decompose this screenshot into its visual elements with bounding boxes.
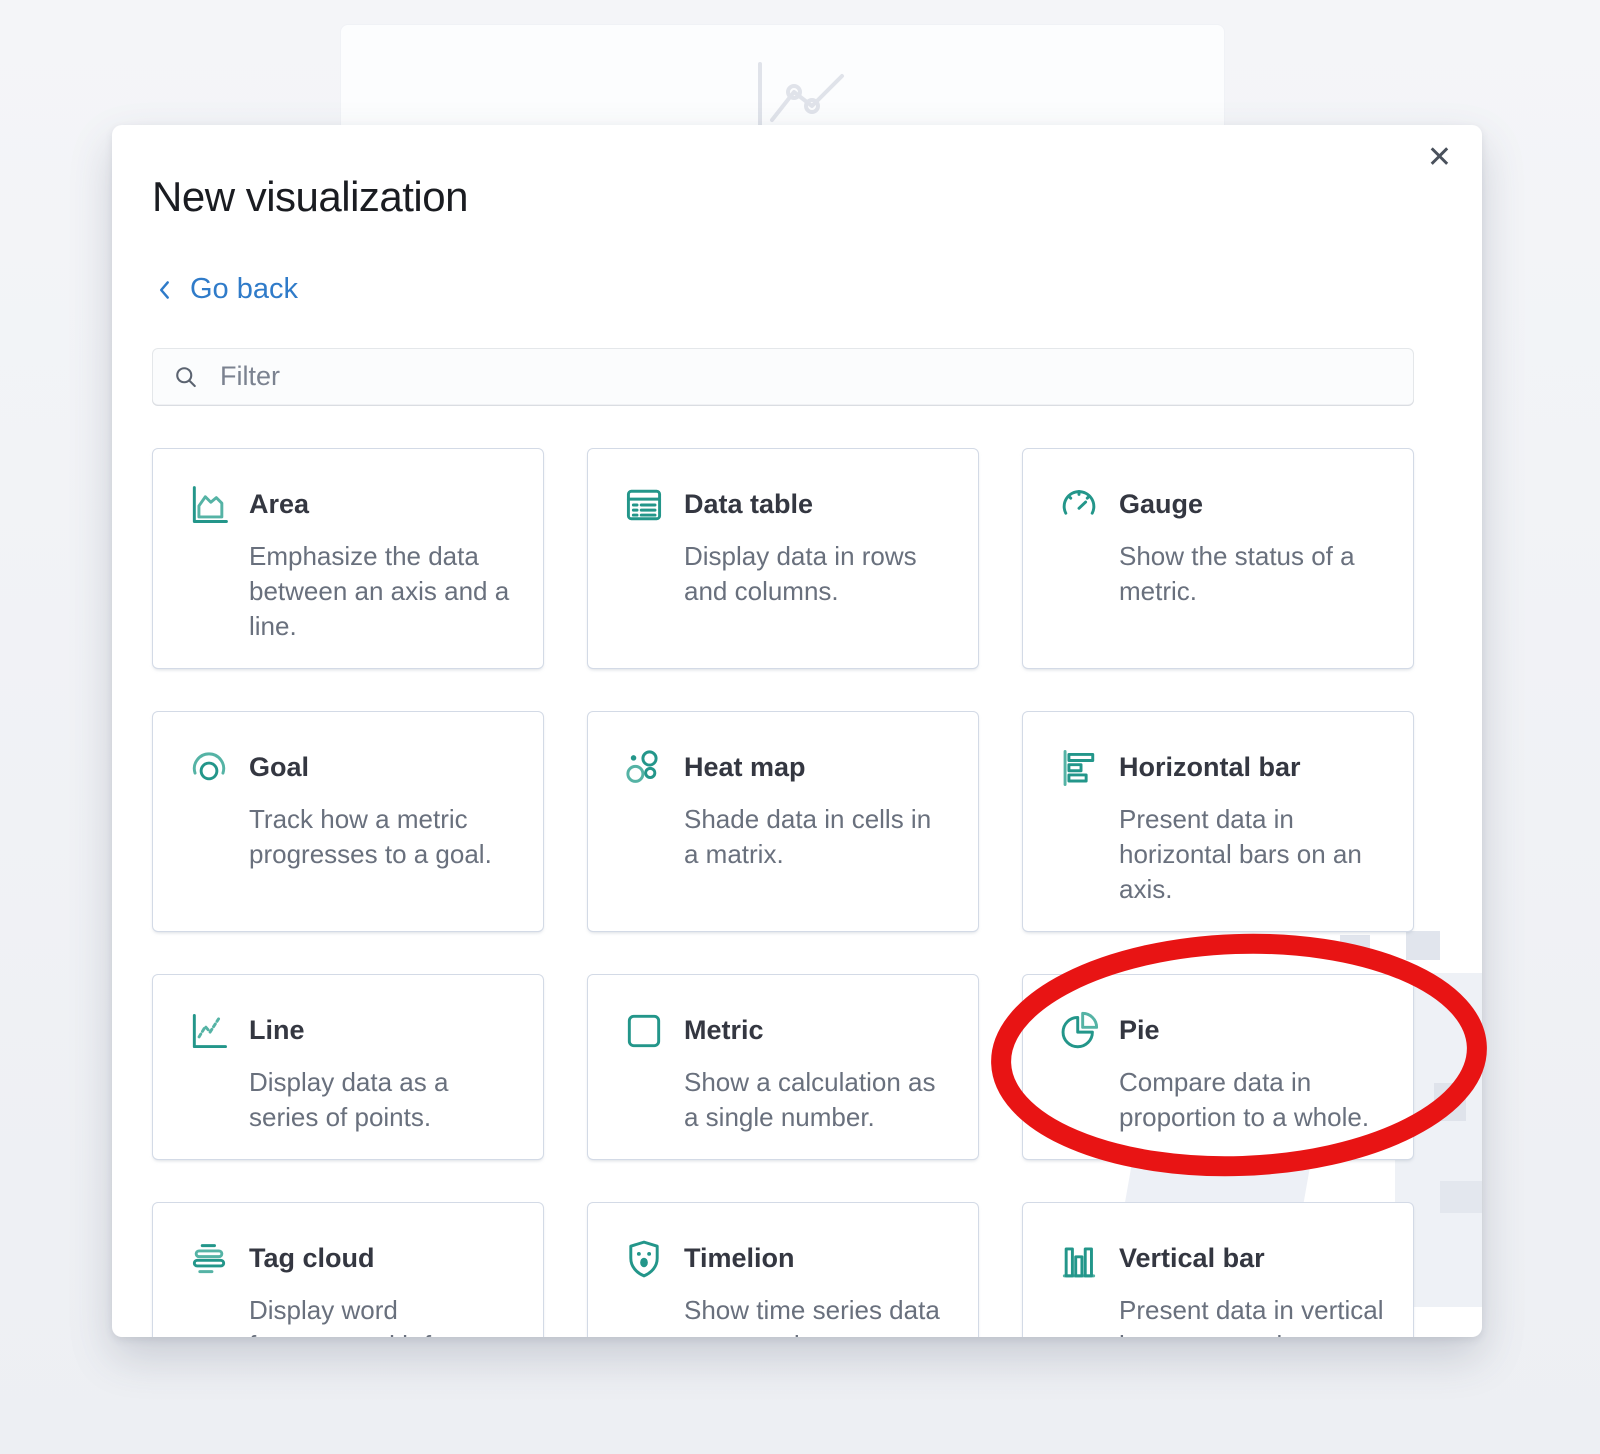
new-visualization-modal: ✕ New visualization Go back — [112, 125, 1482, 1337]
card-title: Goal — [249, 752, 309, 783]
modal-title: New visualization — [152, 173, 1442, 221]
filter-search-box — [152, 348, 1414, 406]
card-timelion[interactable]: Timelion Show time series data on a grap… — [587, 1202, 979, 1338]
card-description: Display data as a series of points. — [249, 1065, 515, 1135]
card-vertical-bar[interactable]: Vertical bar Present data in vertical ba… — [1022, 1202, 1414, 1338]
horizontal-bar-icon — [1057, 746, 1101, 790]
card-title: Horizontal bar — [1119, 752, 1301, 783]
card-data-table[interactable]: Data table Display data in rows and colu… — [587, 448, 979, 669]
go-back-link[interactable]: Go back — [152, 273, 298, 306]
card-description: Show a calculation as a single number. — [684, 1065, 950, 1135]
card-title: Gauge — [1119, 489, 1203, 520]
card-horizontal-bar[interactable]: Horizontal bar Present data in horizonta… — [1022, 711, 1414, 932]
card-description: Present data in vertical bars on an axis… — [1119, 1293, 1385, 1338]
search-icon — [172, 363, 200, 391]
card-title: Line — [249, 1015, 305, 1046]
data-table-icon — [622, 483, 666, 527]
card-line[interactable]: Line Display data as a series of points. — [152, 974, 544, 1160]
card-description: Show time series data on a graph. — [684, 1293, 950, 1338]
card-title: Timelion — [684, 1243, 795, 1274]
heat-map-icon — [622, 746, 666, 790]
card-title: Metric — [684, 1015, 764, 1046]
card-description: Compare data in proportion to a whole. — [1119, 1065, 1385, 1135]
timelion-icon — [622, 1237, 666, 1281]
metric-icon: 8 — [622, 1009, 666, 1053]
goal-icon: 8 — [187, 746, 231, 790]
page: { "modal": { "title": "New visualization… — [0, 0, 1600, 1454]
go-back-label: Go back — [190, 273, 298, 306]
card-description: Display data in rows and columns. — [684, 539, 950, 609]
card-description: Show the status of a metric. — [1119, 539, 1385, 609]
tag-cloud-icon — [187, 1237, 231, 1281]
card-pie[interactable]: Pie Compare data in proportion to a whol… — [1022, 974, 1414, 1160]
metric-icon-number: 8 — [639, 1022, 650, 1043]
card-title: Vertical bar — [1119, 1243, 1265, 1274]
filter-input[interactable] — [218, 360, 1394, 393]
card-description: Shade data in cells in a matrix. — [684, 802, 950, 872]
goal-icon-number: 8 — [206, 764, 213, 778]
card-description: Present data in horizontal bars on an ax… — [1119, 802, 1385, 907]
card-description: Track how a metric progresses to a goal. — [249, 802, 515, 872]
card-title: Heat map — [684, 752, 806, 783]
card-title: Data table — [684, 489, 813, 520]
visualization-type-grid: Area Emphasize the data between an axis … — [152, 448, 1442, 1338]
card-gauge[interactable]: Gauge Show the status of a metric. — [1022, 448, 1414, 669]
vertical-bar-icon — [1057, 1237, 1101, 1281]
close-icon[interactable]: ✕ — [1421, 137, 1458, 179]
line-chart-icon — [187, 1009, 231, 1053]
card-description: Display word frequency with font size. — [249, 1293, 515, 1338]
card-area[interactable]: Area Emphasize the data between an axis … — [152, 448, 544, 669]
card-metric[interactable]: 8 Metric Show a calculation as a single … — [587, 974, 979, 1160]
area-chart-icon — [187, 483, 231, 527]
card-description: Emphasize the data between an axis and a… — [249, 539, 515, 644]
card-title: Area — [249, 489, 309, 520]
card-title: Tag cloud — [249, 1243, 375, 1274]
chevron-left-icon — [152, 277, 178, 303]
card-tag-cloud[interactable]: Tag cloud Display word frequency with fo… — [152, 1202, 544, 1338]
card-title: Pie — [1119, 1015, 1160, 1046]
card-goal[interactable]: 8 Goal Track how a metric progresses to … — [152, 711, 544, 932]
pie-chart-icon — [1057, 1009, 1101, 1053]
gauge-icon — [1057, 483, 1101, 527]
card-heat-map[interactable]: Heat map Shade data in cells in a matrix… — [587, 711, 979, 932]
